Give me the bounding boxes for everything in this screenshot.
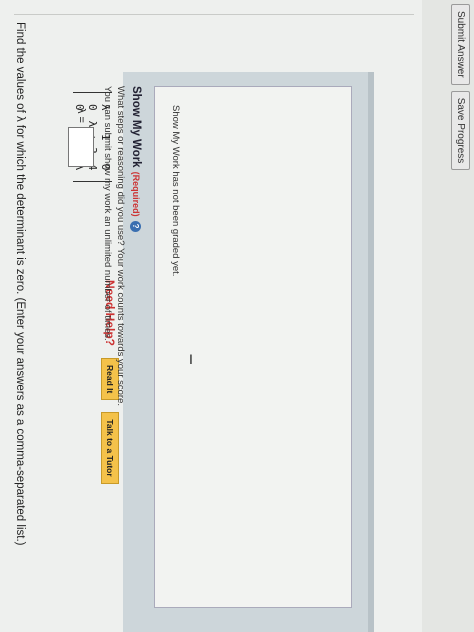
answer-input[interactable]	[68, 126, 94, 167]
help-icon[interactable]: ?	[130, 220, 141, 232]
show-work-instructions: What steps or reasoning did you use? You…	[115, 86, 126, 407]
divider	[14, 14, 414, 15]
answer-row: λ =	[68, 108, 94, 167]
submit-answer-button[interactable]: Submit Answer	[451, 4, 471, 85]
question-text: Find the values of λ for which the deter…	[14, 22, 26, 546]
graded-status: Show My Work has not been graded yet.	[170, 105, 181, 277]
action-bar: Submit Answer Save Progress	[448, 0, 474, 632]
text-cursor-icon: I	[189, 350, 193, 367]
save-progress-button[interactable]: Save Progress	[451, 90, 471, 171]
required-label: (Required)	[131, 171, 141, 217]
show-my-work-header: Show My Work (Required)? What steps or re…	[102, 86, 146, 620]
answer-label: λ =	[75, 108, 87, 123]
show-my-work-panel: Show My Work (Required)? What steps or re…	[102, 72, 374, 632]
show-my-work-editor[interactable]: I Show My Work has not been graded yet.	[154, 86, 352, 608]
page: Submit Answer Save Progress Find the val…	[0, 0, 474, 632]
show-work-note: You can submit show my work an unlimited…	[102, 86, 113, 341]
show-my-work-title: Show My Work	[130, 86, 142, 168]
